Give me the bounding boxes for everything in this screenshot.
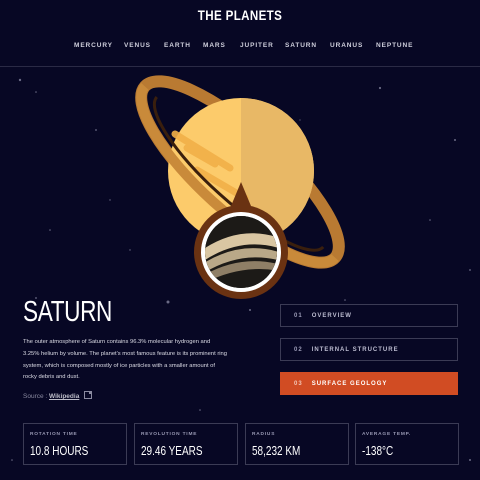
tab-label: OVERVIEW (311, 312, 352, 319)
wikipedia-link[interactable]: Wikipedia (49, 393, 79, 400)
saturn-illustration (135, 75, 345, 299)
nav-neptune[interactable]: NEPTUNE (376, 42, 413, 49)
nav-venus[interactable]: VENUS (124, 42, 151, 49)
stat-label: AVERAGE TEMP. (362, 432, 412, 437)
tab-number: 01 (294, 312, 303, 319)
tab-label: SURFACE GEOLOGY (311, 380, 388, 387)
tab-surface-geology[interactable]: 03 SURFACE GEOLOGY (280, 372, 458, 395)
stat-rotation-time: ROTATION TIME 10.8 HOURS (23, 423, 127, 465)
stat-value: 29.46 YEARS (141, 444, 203, 458)
site-logo[interactable]: THE PLANETS (34, 8, 447, 23)
stat-label: ROTATION TIME (30, 432, 78, 437)
stat-label: REVOLUTION TIME (141, 432, 198, 437)
tab-internal-structure[interactable]: 02 INTERNAL STRUCTURE (280, 338, 458, 361)
stat-value: -138°C (362, 444, 394, 458)
nav-jupiter[interactable]: JUPITER (240, 42, 274, 49)
nav-earth[interactable]: EARTH (164, 42, 191, 49)
tab-overview[interactable]: 01 OVERVIEW (280, 304, 458, 327)
nav-uranus[interactable]: URANUS (330, 42, 363, 49)
stat-value: 10.8 HOURS (30, 444, 89, 458)
tab-label: INTERNAL STRUCTURE (311, 346, 399, 353)
main-nav: MERCURY VENUS EARTH MARS JUPITER SATURN … (0, 42, 480, 54)
planet-name: SATURN (23, 296, 112, 328)
external-link-icon[interactable] (84, 391, 93, 399)
stat-label: RADIUS (252, 432, 276, 437)
nav-mars[interactable]: MARS (203, 42, 226, 49)
stat-value: 58,232 KM (252, 444, 301, 458)
tab-number: 02 (294, 346, 303, 353)
source-line: Source : Wikipedia (23, 391, 93, 400)
nav-mercury[interactable]: MERCURY (74, 42, 113, 49)
nav-saturn[interactable]: SATURN (285, 42, 317, 49)
stat-radius: RADIUS 58,232 KM (245, 423, 349, 465)
tab-number: 03 (294, 380, 303, 387)
source-label: Source : (23, 393, 48, 400)
stat-revolution-time: REVOLUTION TIME 29.46 YEARS (134, 423, 238, 465)
planet-description: The outer atmosphere of Saturn contains … (23, 339, 227, 381)
header: THE PLANETS MERCURY VENUS EARTH MARS JUP… (0, 0, 480, 67)
stat-average-temp: AVERAGE TEMP. -138°C (355, 423, 459, 465)
